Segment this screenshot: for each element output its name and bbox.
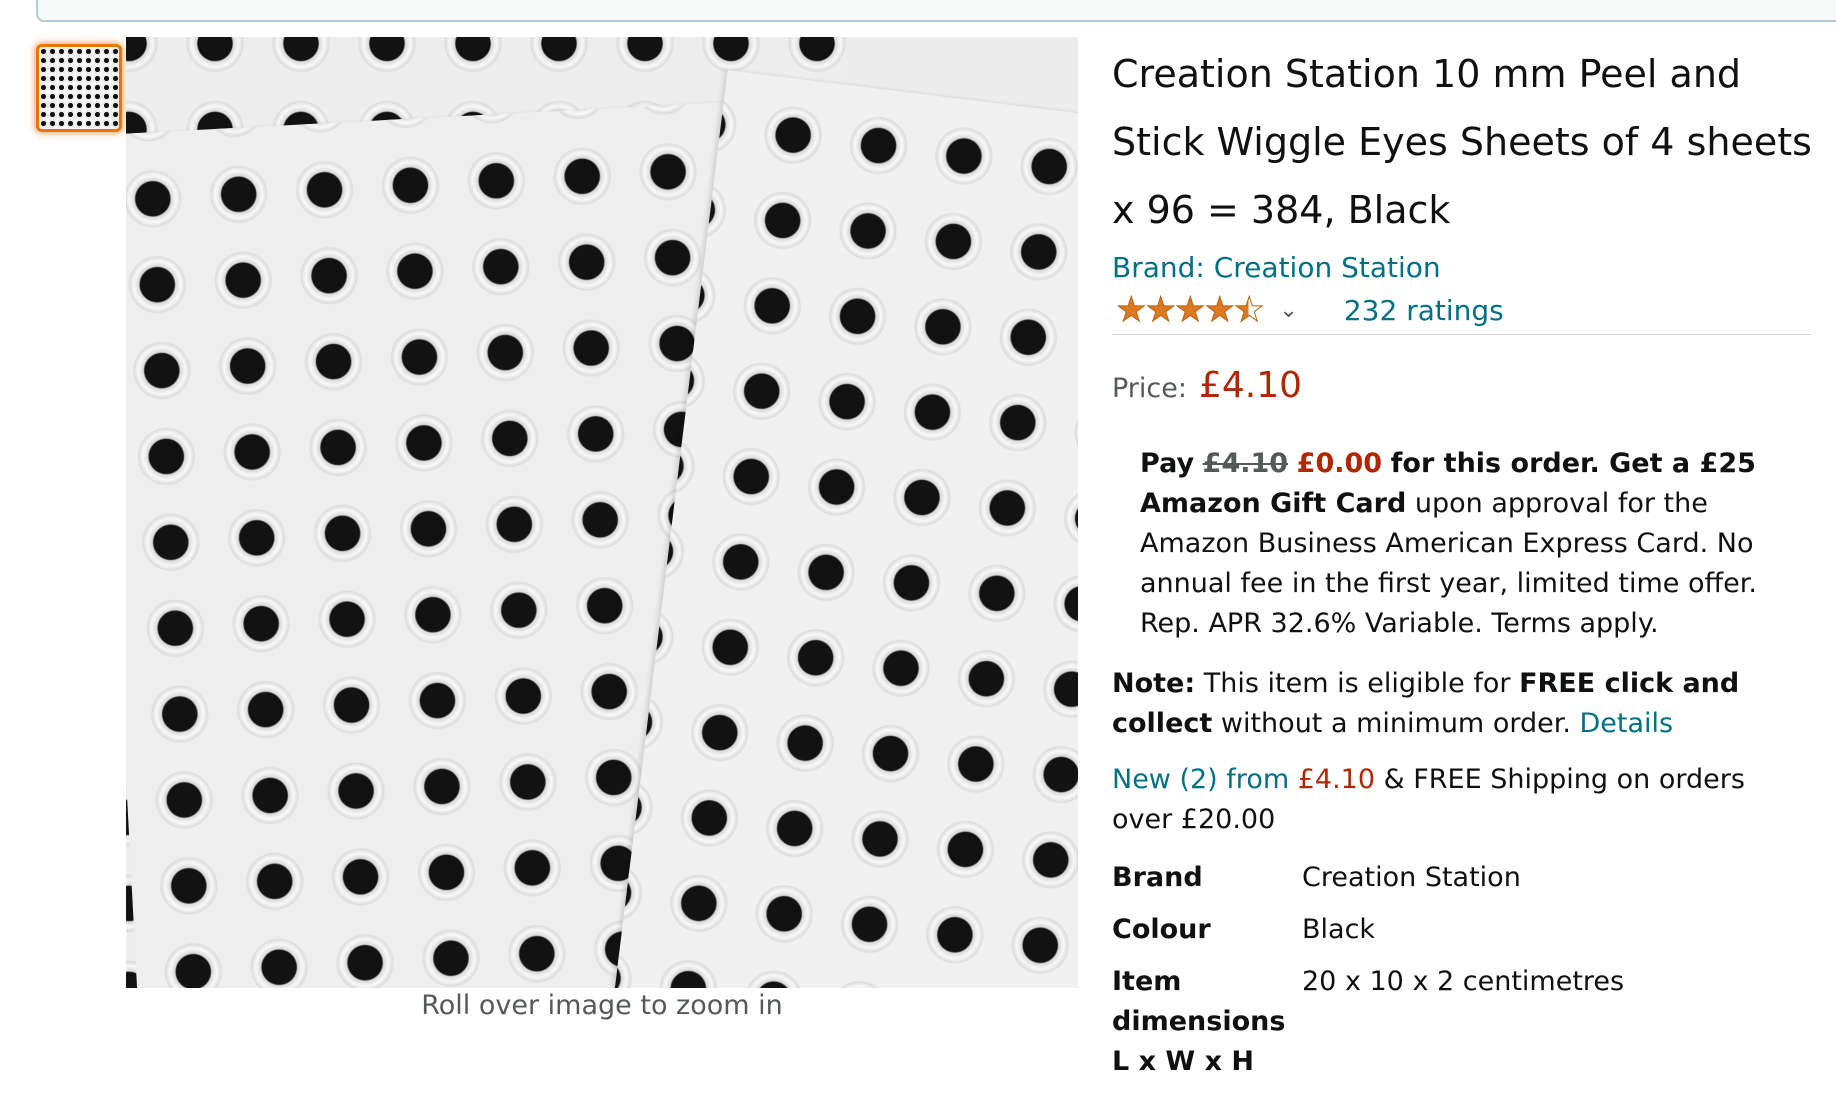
spec-row: Item dimensions L x W x H 20 x 10 x 2 ce… [1112,962,1812,1082]
product-details: Creation Station 10 mm Peel and Stick Wi… [1112,40,1812,1094]
spec-row: Colour Black [1112,910,1812,950]
spec-row: Brand Creation Station [1112,858,1812,898]
offer-pay: Pay [1140,448,1195,479]
star-icon: ★ [1145,290,1177,330]
ratings-count-link[interactable]: 232 ratings [1344,294,1504,327]
star-icon: ★ [1204,290,1236,330]
note-label: Note: [1112,668,1196,699]
new-offers-link[interactable]: New (2) from [1112,764,1289,795]
note-text: This item is eligible for [1203,668,1511,699]
spec-key: Colour [1112,914,1211,945]
amex-offer: Pay £4.10 £0.00 for this order. Get a £2… [1140,444,1790,644]
offer-new-price: £0.00 [1296,448,1383,479]
click-collect-note: Note: This item is eligible for FREE cli… [1112,664,1812,744]
rating-row: ★ ★ ★ ★ ★ ⌄ 232 ratings [1112,286,1812,335]
product-title: Creation Station 10 mm Peel and Stick Wi… [1112,52,1812,232]
new-from-price: £4.10 [1297,764,1376,795]
product-thumbnail[interactable] [36,44,122,132]
zoom-caption: Roll over image to zoom in [421,990,783,1021]
spec-key: Item dimensions L x W x H [1112,966,1286,1077]
spec-value: Black [1302,914,1376,945]
half-star-icon: ★ [1233,290,1265,330]
star-icon: ★ [1174,290,1206,330]
product-main-image[interactable] [126,37,1078,988]
note-text-2: without a minimum order. [1220,708,1571,739]
spec-key: Brand [1112,862,1203,893]
star-icon: ★ [1115,290,1147,330]
new-from-offers: New (2) from £4.10 & FREE Shipping on or… [1112,760,1812,840]
chevron-down-icon[interactable]: ⌄ [1279,298,1297,323]
star-rating[interactable]: ★ ★ ★ ★ ★ [1115,290,1265,330]
search-bar-edge[interactable] [36,0,1836,22]
brand-link[interactable]: Brand: Creation Station [1112,250,1812,286]
price-label: Price: [1112,373,1187,404]
spec-value: 20 x 10 x 2 centimetres [1302,966,1625,997]
price-row: Price: £4.10 [1112,365,1812,406]
spec-table: Brand Creation Station Colour Black Item… [1112,858,1812,1082]
offer-old-price: £4.10 [1202,448,1289,479]
spec-value: Creation Station [1302,862,1521,893]
price-value: £4.10 [1198,365,1303,406]
details-link[interactable]: Details [1580,708,1674,739]
